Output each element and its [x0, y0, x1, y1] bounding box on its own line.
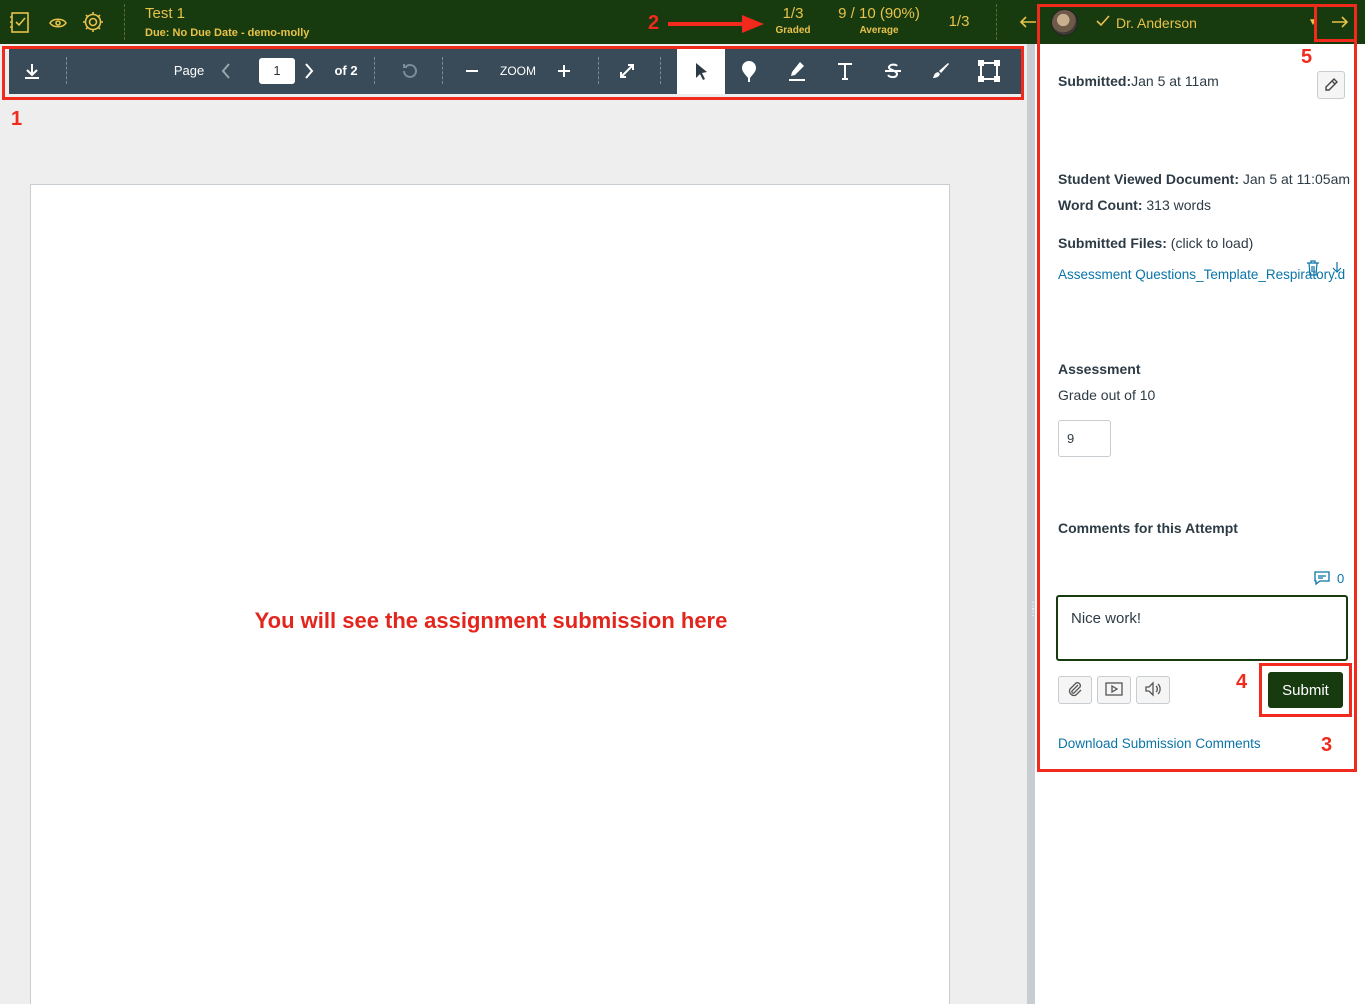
- panel-resize-handle[interactable]: ⋮ ⋮: [1027, 44, 1038, 1004]
- graded-stat: 1/3 Graded: [770, 5, 816, 36]
- annotation-box-submit: [1259, 663, 1352, 717]
- assignment-title[interactable]: Test 1: [145, 5, 185, 22]
- annotation-box-toolbar: [2, 46, 1024, 100]
- student-position: 1/3: [948, 13, 970, 30]
- eye-icon[interactable]: [45, 9, 71, 35]
- annotation-box-next-student: [1314, 4, 1357, 42]
- assignment-subtitle: Due: No Due Date - demo-molly: [145, 27, 310, 39]
- annotation-label-1: 1: [11, 108, 23, 130]
- annotation-label-5: 5: [1301, 46, 1313, 68]
- divider: [996, 4, 997, 40]
- graded-count: 1/3: [782, 5, 804, 22]
- annotation-label-4: 4: [1236, 671, 1248, 693]
- average-stat: 9 / 10 (90%) Average: [832, 5, 926, 36]
- annotation-arrow-icon: [668, 15, 764, 33]
- document-placeholder: You will see the assignment submission h…: [254, 608, 728, 633]
- gear-icon[interactable]: [80, 9, 106, 35]
- annotation-box-panel: [1037, 4, 1357, 772]
- gradebook-icon[interactable]: [8, 9, 34, 35]
- annotation-label-2: 2: [648, 12, 660, 34]
- average-value: 9 / 10 (90%): [838, 5, 920, 22]
- annotation-label-3: 3: [1321, 734, 1333, 756]
- divider: [124, 4, 125, 40]
- graded-label: Graded: [775, 25, 811, 36]
- document-page: You will see the assignment submission h…: [30, 184, 950, 1004]
- average-label: Average: [859, 25, 899, 36]
